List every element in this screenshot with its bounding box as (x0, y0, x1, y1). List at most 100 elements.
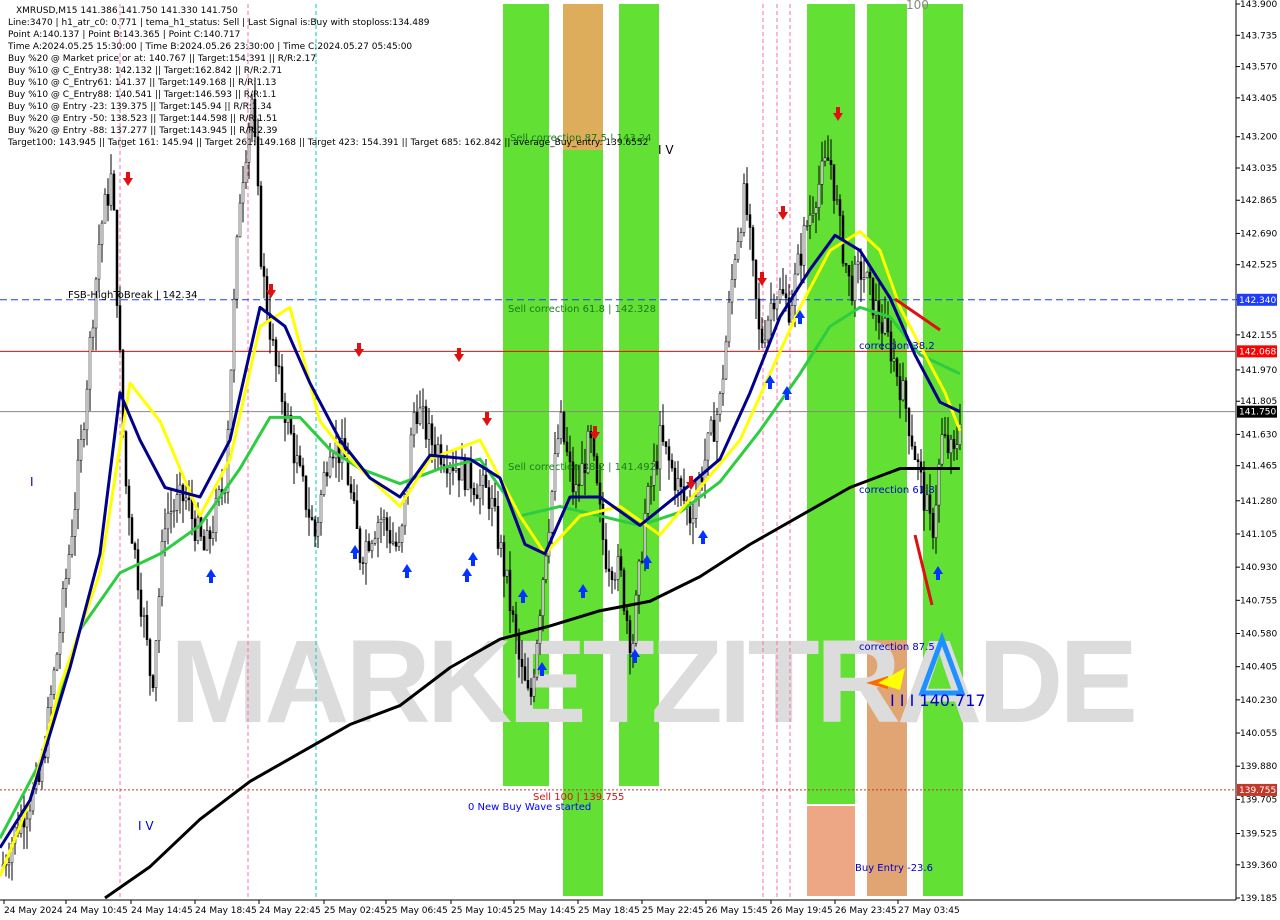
candle-body (124, 431, 128, 487)
candle-body (610, 571, 614, 580)
buy-arrow-icon (350, 545, 360, 559)
y-tick-label: 143.405 (1240, 94, 1277, 104)
candle-body (145, 614, 149, 640)
candle-body (898, 376, 902, 401)
candle-body (265, 276, 269, 314)
info-line: Buy %20 @ Entry -88: 137.277 || Target:1… (8, 126, 278, 136)
candle-body (136, 549, 140, 591)
candle-body (376, 522, 380, 539)
y-tick-label: 142.690 (1240, 229, 1277, 239)
candle-body (283, 401, 287, 423)
candle-body (391, 541, 395, 544)
candle-body (883, 318, 887, 334)
info-line: Point A:140.137 | Point B:143.365 | Poin… (8, 30, 240, 40)
candle-body (421, 406, 425, 409)
candle-body (856, 261, 860, 265)
candle-body (880, 322, 884, 334)
candle-body (616, 556, 620, 580)
candle-body (400, 525, 404, 543)
candle-body (310, 517, 314, 520)
candle-body (871, 277, 875, 316)
candle-body (811, 213, 815, 216)
candle-body (892, 358, 896, 362)
candle-body (328, 456, 332, 477)
x-tick-label: 25 May 14:45 (514, 906, 576, 916)
candle-body (79, 438, 83, 461)
candle-body (472, 488, 476, 496)
candle-body (916, 459, 920, 463)
price-chart[interactable]: MARKETZITRADE Sell correction 87.5 | 143… (0, 0, 1280, 920)
y-tick-label: 141.630 (1240, 430, 1277, 440)
candle-body (520, 658, 524, 667)
candle-body (862, 277, 866, 280)
y-tick-label: 141.105 (1240, 530, 1277, 540)
sell-arrow-icon (123, 172, 133, 186)
info-line: Buy %10 @ C_Entry88: 140.541 || Target:1… (8, 90, 276, 100)
candle-body (709, 419, 713, 434)
candle-body (97, 244, 101, 280)
watermark-text: MARKETZITRADE (170, 616, 1134, 748)
candle-body (430, 423, 434, 446)
candle-body (409, 434, 413, 481)
candle-body (496, 506, 500, 549)
annotation-label: Sell correction 61.8 | 142.328 (508, 304, 656, 315)
candle-body (838, 199, 842, 216)
candle-body (712, 419, 716, 442)
candle-body (940, 434, 944, 465)
candle-body (82, 429, 86, 440)
candle-body (64, 578, 68, 589)
candle-body (730, 279, 734, 303)
candle-body (106, 194, 110, 206)
annotation-label: correction 87.5 (859, 642, 935, 653)
candle-body (910, 435, 914, 447)
y-tick-label: 141.465 (1240, 462, 1277, 472)
candle-body (625, 610, 629, 621)
candle-body (490, 498, 494, 509)
buy-arrow-icon (402, 564, 412, 578)
candle-body (733, 259, 737, 280)
info-line: XMRUSD,M15 141.386 141.750 141.330 141.7… (16, 6, 238, 16)
annotation-label: Buy Entry -23.6 (855, 863, 933, 874)
candle-body (325, 472, 329, 477)
candle-body (739, 232, 743, 242)
candle-body (235, 236, 239, 300)
candle-body (619, 556, 623, 571)
candle-body (229, 369, 233, 430)
candle-body (604, 539, 608, 570)
candle-body (118, 305, 122, 351)
candle-body (661, 425, 665, 442)
x-tick-label: 25 May 18:45 (578, 906, 640, 916)
candle-body (517, 635, 521, 660)
candle-body (952, 439, 956, 449)
candle-body (817, 184, 821, 208)
watermark: MARKETZITRADE (170, 616, 1138, 748)
candle-body (919, 461, 923, 473)
info-line: Time A:2024.05.25 15:30:00 | Time B:2024… (7, 42, 412, 52)
candle-body (766, 319, 770, 341)
candle-body (646, 486, 650, 514)
candle-body (559, 411, 563, 440)
candle-body (451, 467, 455, 472)
y-tick-label: 139.880 (1240, 762, 1277, 772)
candle-body (493, 498, 497, 507)
candle-body (412, 412, 416, 436)
candle-body (565, 441, 569, 453)
candle-body (295, 455, 299, 464)
annotation-label: correction 38.2 (859, 341, 935, 352)
y-tick-label: 143.900 (1240, 0, 1277, 10)
candle-body (415, 412, 419, 424)
candle-body (679, 478, 683, 487)
candle-body (529, 687, 533, 697)
candle-body (316, 522, 320, 537)
candle-body (514, 614, 518, 636)
y-tick-label: 140.580 (1240, 629, 1277, 639)
x-tick-label: 24 May 2024 (4, 906, 63, 916)
candle-body (676, 478, 680, 491)
candle-body (895, 358, 899, 377)
candle-body (886, 318, 890, 333)
candle-body (526, 679, 530, 689)
candle-body (499, 542, 503, 549)
candle-body (802, 225, 806, 266)
candle-body (394, 541, 398, 547)
info-line: Line:3470 | h1_atr_c0: 0.771 | tema_h1_s… (8, 18, 430, 28)
